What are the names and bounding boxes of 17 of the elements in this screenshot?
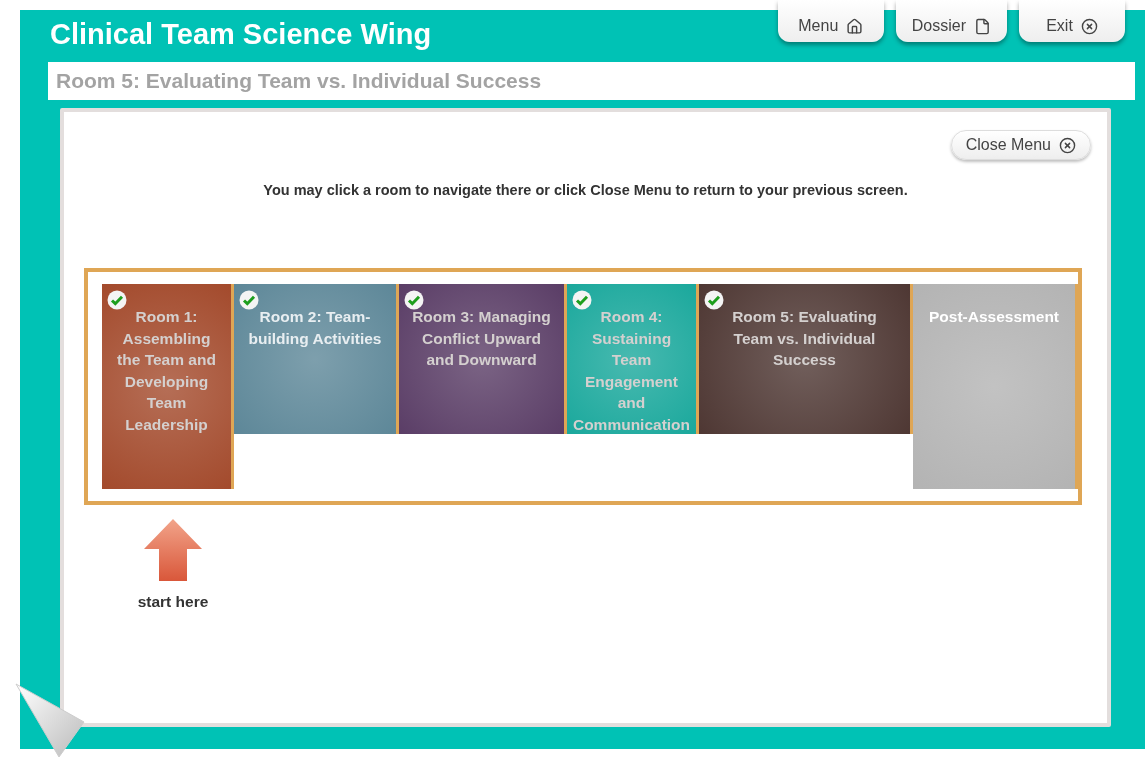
room[interactable]: Room 2: Team-building Activities [234,284,399,434]
room[interactable]: Room 3: Managing Conflict Upward and Downward [399,284,567,434]
window-title: Clinical Team Science Wing [50,18,432,51]
room[interactable]: Room 5: Evaluating Team vs. Individual Success [699,284,913,434]
room[interactable]: Room 1: Assembling the Team and Developing Team Leadership [102,284,234,489]
exit-button[interactable]: Exit [1019,0,1125,42]
home-icon [846,17,864,35]
start-label: start here [137,593,209,611]
dossier-button[interactable]: Dossier [895,0,1007,42]
room-title: Room 5: Evaluating Team vs. Individual Success [56,69,542,93]
menu-button[interactable]: Menu [777,0,884,42]
document-icon [974,17,991,35]
close-menu-button[interactable]: Close Menu [950,130,1091,160]
instruction-text: You may click a room to navigate there or click Close Menu to return to your previous screen. [262,182,909,198]
up-arrow-icon [144,519,202,581]
close-icon [1059,136,1076,154]
close-icon [1080,17,1098,35]
